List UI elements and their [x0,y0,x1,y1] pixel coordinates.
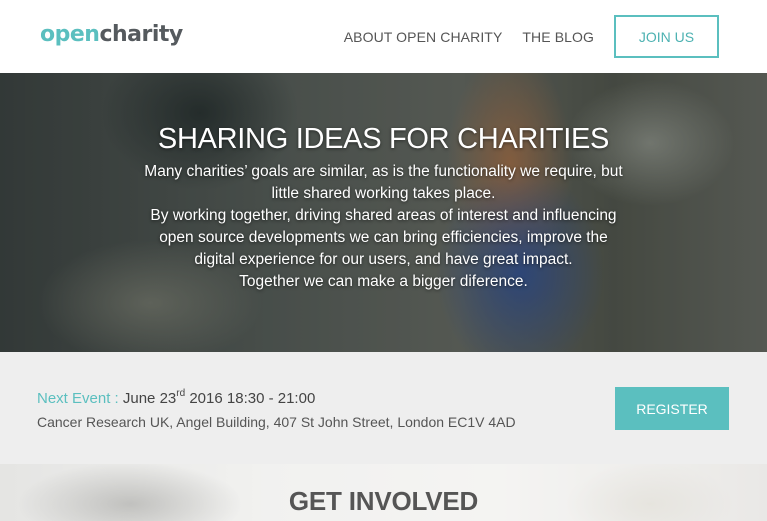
hero-line: Many charities’ goals are similar, as is… [144,163,623,180]
hero-line: Together we can make a bigger diference. [239,273,528,290]
get-involved-section: GET INVOLVED [0,464,767,521]
nav-blog-link[interactable]: THE BLOG [522,29,594,45]
next-event-label: Next Event : [37,390,119,407]
hero-description: Many charities’ goals are similar, as is… [0,161,767,293]
hero-line: By working together, driving shared area… [150,207,617,224]
next-event-bar: Next Event : June 23rd 2016 18:30 - 21:0… [0,352,767,464]
hero-banner: SHARING IDEAS FOR CHARITIES Many chariti… [0,73,767,352]
logo-charity-text: charity [99,21,183,47]
nav-about-link[interactable]: ABOUT OPEN CHARITY [344,29,503,45]
hero-line: little shared working takes place. [271,185,496,202]
logo-open-text: open [40,21,100,47]
event-date-day: June 23 [122,390,177,407]
event-date-time: 2016 18:30 - 21:00 [189,390,316,407]
join-us-button[interactable]: JOIN US [614,15,719,58]
event-date-line: Next Event : June 23rd 2016 18:30 - 21:0… [37,388,315,407]
hero-title: SHARING IDEAS FOR CHARITIES [157,123,610,155]
register-button[interactable]: REGISTER [615,387,729,430]
hero-line: open source developments we can bring ef… [159,229,608,246]
hero-line: digital experience for our users, and ha… [194,251,573,268]
event-date-suffix: rd [176,388,186,399]
main-nav: ABOUT OPEN CHARITY THE BLOG JOIN US [324,0,719,73]
open-charity-logo[interactable]: opencharity [40,18,183,50]
get-involved-title: GET INVOLVED [288,486,479,516]
logo-text: opencharity [40,22,183,47]
event-address: Cancer Research UK, Angel Building, 407 … [37,414,516,430]
site-header: opencharity ABOUT OPEN CHARITY THE BLOG … [0,0,767,73]
